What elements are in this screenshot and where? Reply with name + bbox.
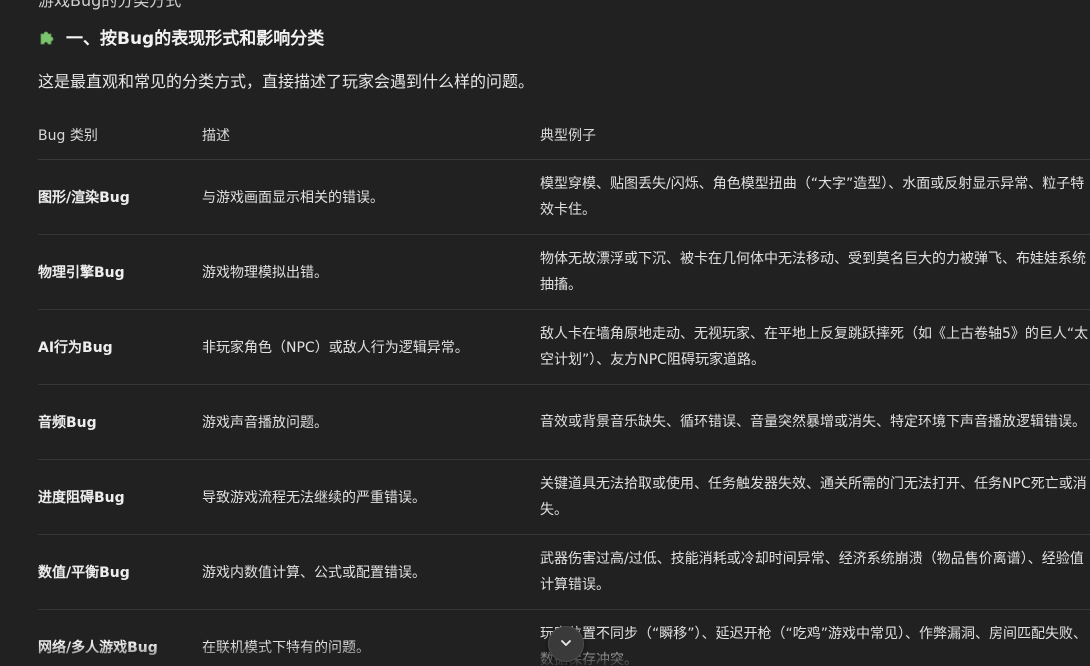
section-title: 一、按Bug的表现形式和影响分类 bbox=[66, 29, 325, 49]
row-example: 音效或背景音乐缺失、循环错误、音量突然暴增或消失、特定环境下声音播放逻辑错误。 bbox=[540, 414, 1086, 430]
row-category: 音频Bug bbox=[38, 415, 97, 431]
scroll-to-bottom-button[interactable] bbox=[548, 626, 584, 662]
row-category: AI行为Bug bbox=[38, 340, 113, 356]
row-category: 进度阻碍Bug bbox=[38, 490, 125, 506]
row-example: 物体无故漂浮或下沉、被卡在几何体中无法移动、受到莫名巨大的力被弹飞、布娃娃系统抽… bbox=[540, 251, 1086, 293]
table-row: 音频Bug 游戏声音播放问题。 音效或背景音乐缺失、循环错误、音量突然暴增或消失… bbox=[38, 385, 1090, 460]
row-example: 玩家位置不同步（“瞬移”）、延迟开枪（“吃鸡”游戏中常见）、作弊漏洞、房间匹配失… bbox=[540, 626, 1088, 666]
row-description: 游戏内数值计算、公式或配置错误。 bbox=[202, 565, 426, 581]
row-example: 武器伤害过高/过低、技能消耗或冷却时间异常、经济系统崩溃（物品售价离谱）、经验值… bbox=[540, 551, 1084, 593]
row-category: 物理引擎Bug bbox=[38, 265, 125, 281]
chevron-down-icon bbox=[559, 635, 573, 654]
table-row: 进度阻碍Bug 导致游戏流程无法继续的严重错误。 关键道具无法拾取或使用、任务触… bbox=[38, 460, 1090, 535]
table-row: AI行为Bug 非玩家角色（NPC）或敌人行为逻辑异常。 敌人卡在墙角原地走动、… bbox=[38, 310, 1090, 385]
row-description: 游戏声音播放问题。 bbox=[202, 415, 328, 431]
row-example: 敌人卡在墙角原地走动、无视玩家、在平地上反复跳跃摔死（如《上古卷轴5》的巨人“太… bbox=[540, 326, 1089, 368]
bug-category-table: Bug 类别 描述 典型例子 图形/渲染Bug 与游戏画面显示相关的错误。 模型… bbox=[38, 110, 1090, 666]
row-description: 与游戏画面显示相关的错误。 bbox=[202, 190, 384, 206]
row-description: 导致游戏流程无法继续的严重错误。 bbox=[202, 490, 426, 506]
row-category: 数值/平衡Bug bbox=[38, 565, 130, 581]
table-row: 物理引擎Bug 游戏物理模拟出错。 物体无故漂浮或下沉、被卡在几何体中无法移动、… bbox=[38, 235, 1090, 310]
header-category: Bug 类别 bbox=[38, 127, 98, 144]
table-row: 数值/平衡Bug 游戏内数值计算、公式或配置错误。 武器伤害过高/过低、技能消耗… bbox=[38, 535, 1090, 610]
row-description: 游戏物理模拟出错。 bbox=[202, 265, 328, 281]
table-row: 图形/渲染Bug 与游戏画面显示相关的错误。 模型穿模、贴图丢失/闪烁、角色模型… bbox=[38, 160, 1090, 235]
row-category: 图形/渲染Bug bbox=[38, 190, 130, 206]
header-example: 典型例子 bbox=[540, 127, 596, 144]
chat-response-page: 游戏Bug的分类方式 一、按Bug的表现形式和影响分类 这是最直观和常见的分类方… bbox=[0, 0, 1090, 666]
row-example: 关键道具无法拾取或使用、任务触发器失效、通关所需的门无法打开、任务NPC死亡或消… bbox=[540, 476, 1087, 518]
row-description: 非玩家角色（NPC）或敌人行为逻辑异常。 bbox=[202, 340, 469, 356]
row-category: 网络/多人游戏Bug bbox=[38, 640, 158, 656]
previous-heading-cut: 游戏Bug的分类方式 bbox=[38, 0, 182, 10]
header-description: 描述 bbox=[202, 127, 230, 144]
table-header-row: Bug 类别 描述 典型例子 bbox=[38, 110, 1090, 160]
puzzle-piece-icon bbox=[38, 27, 58, 47]
row-description: 在联机模式下特有的问题。 bbox=[202, 640, 370, 656]
row-example: 模型穿模、贴图丢失/闪烁、角色模型扭曲（“大字”造型）、水面或反射显示异常、粒子… bbox=[540, 176, 1085, 218]
section-intro: 这是最直观和常见的分类方式，直接描述了玩家会遇到什么样的问题。 bbox=[38, 72, 535, 91]
section-heading: 一、按Bug的表现形式和影响分类 bbox=[38, 24, 324, 49]
